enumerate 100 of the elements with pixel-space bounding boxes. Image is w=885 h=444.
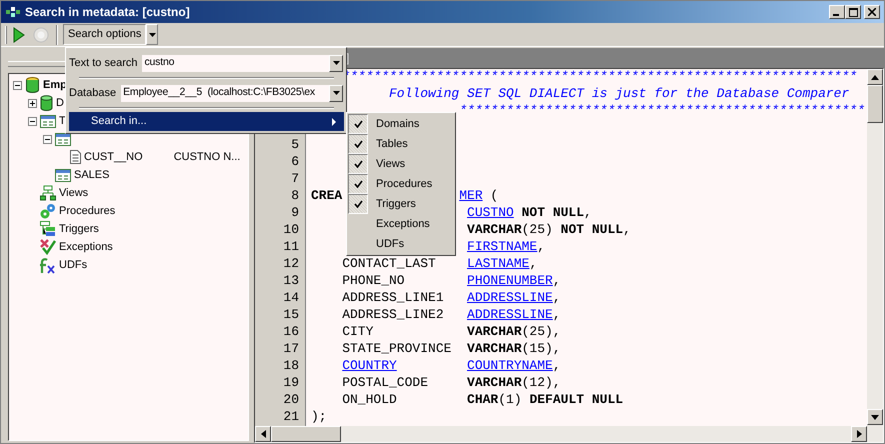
collapse-icon[interactable]	[43, 134, 52, 144]
code-text: ,	[552, 307, 561, 322]
database-combobox[interactable]: Employee__2__5 (localhost:C:\FB3025\ex	[120, 84, 344, 102]
line-number: 19	[283, 375, 299, 390]
code-text: ,	[529, 256, 538, 271]
line-number: 12	[283, 256, 299, 271]
code-text: STATE_PROVINCE	[342, 341, 452, 356]
field-detail: CUSTNO N...	[174, 150, 240, 165]
scroll-left-button[interactable]	[255, 426, 271, 442]
line-number: 17	[283, 341, 299, 356]
code-link[interactable]: ADDRESSLINE	[467, 290, 553, 305]
close-button[interactable]	[864, 5, 880, 19]
submenu-arrow-icon	[332, 118, 336, 126]
code-keyword: CHAR	[467, 392, 498, 407]
minimize-button[interactable]	[829, 5, 846, 19]
dropdown-arrow-button[interactable]	[146, 24, 158, 45]
table-icon	[40, 114, 56, 128]
expand-icon[interactable]	[28, 98, 37, 108]
gears-icon	[40, 203, 56, 219]
caret-icon	[332, 91, 340, 95]
maximize-button[interactable]	[845, 5, 862, 19]
code-keyword: VARCHAR	[467, 341, 522, 356]
window-title: Search in metadata: [custno]	[25, 4, 190, 21]
line-number: 6	[291, 154, 299, 169]
right-arrow-icon	[856, 430, 862, 438]
code-keyword: CREA	[311, 188, 342, 203]
caret-icon	[148, 32, 156, 36]
code-text: POSTAL_CODE	[342, 375, 428, 390]
code-link[interactable]: ADDRESSLINE	[467, 307, 553, 322]
code-text: ,	[537, 239, 546, 254]
search-options-button[interactable]: Search options	[63, 24, 146, 45]
maximize-icon	[848, 8, 858, 16]
left-arrow-icon	[260, 430, 266, 438]
tree-item[interactable]: CUST__NO	[84, 148, 143, 166]
tree-item[interactable]: D	[56, 94, 64, 112]
code-comment: ****************************************************	[459, 103, 865, 118]
search-text-combobox[interactable]: custno	[141, 54, 344, 72]
line-number: 15	[283, 307, 299, 322]
collapse-icon[interactable]	[28, 116, 37, 126]
tree-item[interactable]: Procedures	[59, 202, 116, 220]
menu-item[interactable]: Tables	[348, 134, 454, 154]
line-number: 14	[283, 290, 299, 305]
code-keyword: VARCHAR	[467, 222, 522, 237]
scroll-up-button[interactable]	[867, 69, 883, 85]
tree-item[interactable]: SALES	[74, 166, 110, 184]
code-link[interactable]: PHONENUMBER	[467, 273, 553, 288]
function-icon	[40, 256, 56, 274]
scroll-thumb[interactable]	[271, 426, 341, 442]
code-link[interactable]: COUNTRY	[342, 358, 397, 373]
code-text: ,	[552, 273, 561, 288]
code-comment: Following SET SQL DIALECT is just for the Database Comparer	[389, 86, 850, 101]
cylinder-icon	[40, 95, 53, 111]
code-link[interactable]: COUNTRYNAME	[467, 358, 553, 373]
code-text: );	[311, 409, 327, 424]
field-label: Text to search	[69, 56, 138, 71]
table-icon	[55, 168, 71, 182]
tree-item[interactable]: Views	[59, 184, 88, 202]
database-icon	[25, 77, 40, 93]
collapse-icon[interactable]	[13, 80, 22, 90]
code-text: (12),	[522, 375, 561, 390]
check-cross-icon	[40, 239, 56, 255]
code-link[interactable]: MER	[459, 188, 483, 203]
line-number: 8	[291, 188, 299, 203]
code-keyword: DEFAULT NULL	[529, 392, 624, 407]
code-text: ,	[552, 290, 561, 305]
code-text: (1)	[498, 392, 523, 407]
run-button[interactable]	[11, 26, 27, 42]
code-text: (25)	[522, 222, 554, 237]
scroll-down-button[interactable]	[867, 409, 883, 425]
code-text: CITY	[342, 324, 374, 339]
horizontal-scrollbar[interactable]	[255, 426, 867, 442]
code-text: (25),	[522, 324, 561, 339]
scroll-thumb[interactable]	[867, 85, 883, 123]
code-text: ADDRESS_LINE2	[342, 307, 444, 322]
menu-item[interactable]: Domains	[348, 114, 454, 134]
code-text: (	[489, 188, 498, 203]
code-link[interactable]: FIRSTNAME	[467, 239, 538, 254]
code-comment: ******************************************************************	[342, 69, 858, 84]
menu-item[interactable]: UDFs	[348, 234, 454, 254]
tree-item[interactable]: T	[59, 112, 66, 130]
menu-item[interactable]: Views	[348, 154, 454, 174]
line-number: 13	[283, 273, 299, 288]
code-link[interactable]: LASTNAME	[467, 256, 530, 271]
line-number: 7	[291, 171, 299, 186]
line-number: 9	[291, 205, 299, 220]
code-link[interactable]: CUSTNO	[467, 205, 514, 220]
code-text: PHONE_NO	[342, 273, 405, 288]
field-label: Database	[69, 86, 116, 101]
vertical-scrollbar[interactable]	[867, 69, 883, 442]
search-in-menu-item[interactable]: Search in...	[69, 112, 344, 131]
tree-item[interactable]: UDFs	[59, 256, 88, 274]
tree-item[interactable]: Exceptions	[59, 238, 113, 256]
line-number: 11	[283, 239, 299, 254]
menu-item[interactable]: Triggers	[348, 194, 454, 214]
menu-item[interactable]: Exceptions	[348, 214, 454, 234]
scroll-right-button[interactable]	[851, 426, 867, 442]
line-number: 10	[283, 222, 299, 237]
line-number: 21	[283, 409, 299, 424]
menu-item[interactable]: Procedures	[348, 174, 454, 194]
tree-item[interactable]: Triggers	[59, 220, 99, 238]
